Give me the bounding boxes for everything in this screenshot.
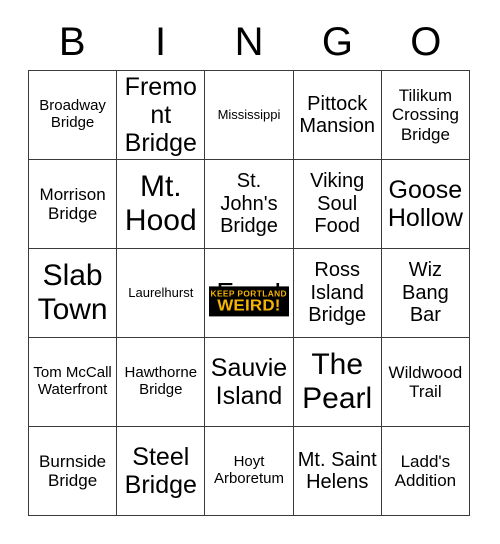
- bingo-cell-r2c4[interactable]: Viking Soul Food: [293, 160, 382, 249]
- bingo-header-row: B I N G O: [28, 14, 470, 70]
- bingo-cell-label: Burnside Bridge: [39, 451, 107, 490]
- bingo-cell-r4c2[interactable]: Hawthorne Bridge: [117, 338, 206, 427]
- bingo-cell-r3c1[interactable]: Slab Town: [29, 249, 118, 338]
- bingo-cell-label: Broadway Bridge: [39, 97, 106, 131]
- bingo-header-letter-o: O: [410, 20, 442, 64]
- bingo-cell-r4c5[interactable]: Wildwood Trail: [381, 338, 470, 427]
- bingo-cell-r2c2[interactable]: Mt. Hood: [117, 160, 206, 249]
- bingo-cell-r4c4[interactable]: The Pearl: [293, 338, 382, 427]
- bingo-header-letter-g: G: [321, 20, 353, 64]
- bingo-cell-r1c3[interactable]: Mississippi: [205, 71, 294, 160]
- bingo-cell-label: Wildwood Trail: [388, 362, 463, 401]
- bingo-cell-label: Slab Town: [37, 259, 108, 326]
- bingo-cell-label: Mississippi: [217, 106, 281, 122]
- keep-portland-weird-sticker-icon: KEEP PORTLAND WEIRD!: [208, 286, 289, 317]
- bingo-cell-r1c1[interactable]: Broadway Bridge: [29, 71, 118, 160]
- bingo-cell-free-space[interactable]: Free! KEEP PORTLAND WEIRD!: [205, 249, 294, 338]
- bingo-cell-label: Fremont Bridge: [124, 73, 197, 157]
- bingo-cell-label: St. John's Bridge: [220, 170, 278, 238]
- bingo-cell-label: Hawthorne Bridge: [124, 364, 198, 398]
- bingo-cell-label: Goose Hollow: [387, 176, 463, 232]
- bingo-cell-label: Laurelhurst: [128, 284, 194, 300]
- bingo-cell-r5c3[interactable]: Hoyt Arboretum: [205, 427, 294, 516]
- bingo-cell-label: Ladd's Addition: [394, 451, 457, 490]
- bingo-cell-label: Morrison Bridge: [39, 184, 106, 223]
- bingo-cell-label: Steel Bridge: [124, 443, 197, 499]
- bingo-cell-label: Pittock Mansion: [299, 92, 375, 137]
- bingo-cell-label: The Pearl: [302, 348, 373, 415]
- bingo-cell-label: Ross Island Bridge: [308, 259, 367, 327]
- bingo-cell-r3c4[interactable]: Ross Island Bridge: [293, 249, 382, 338]
- bingo-cell-r1c2[interactable]: Fremont Bridge: [117, 71, 206, 160]
- bingo-cell-label: Wiz Bang Bar: [402, 259, 449, 327]
- bingo-cell-r5c1[interactable]: Burnside Bridge: [29, 427, 118, 516]
- bingo-cell-r3c2[interactable]: Laurelhurst: [117, 249, 206, 338]
- bingo-cell-label: Mt. Saint Helens: [297, 448, 377, 493]
- bingo-cell-label: Viking Soul Food: [310, 170, 365, 238]
- bingo-cell-r1c5[interactable]: Tilikum Crossing Bridge: [381, 71, 470, 160]
- bingo-header-letter-b: B: [58, 20, 86, 64]
- bingo-cell-r2c1[interactable]: Morrison Bridge: [29, 160, 118, 249]
- bingo-cell-r1c4[interactable]: Pittock Mansion: [293, 71, 382, 160]
- bingo-cell-r5c2[interactable]: Steel Bridge: [117, 427, 206, 516]
- bingo-cell-r5c4[interactable]: Mt. Saint Helens: [293, 427, 382, 516]
- bingo-cell-r4c3[interactable]: Sauvie Island: [205, 338, 294, 427]
- bingo-grid: Broadway Bridge Fremont Bridge Mississip…: [28, 70, 470, 516]
- bingo-cell-r2c5[interactable]: Goose Hollow: [381, 160, 470, 249]
- bingo-cell-label: Hoyt Arboretum: [213, 453, 284, 487]
- sticker-line-two: WEIRD!: [217, 296, 281, 314]
- bingo-card: B I N G O Broadway Bridge Fremont Bridge…: [0, 0, 500, 544]
- bingo-cell-r4c1[interactable]: Tom McCall Waterfront: [29, 338, 118, 427]
- bingo-cell-r2c3[interactable]: St. John's Bridge: [205, 160, 294, 249]
- bingo-cell-label: Sauvie Island: [210, 354, 288, 410]
- bingo-cell-label: Mt. Hood: [124, 170, 197, 237]
- bingo-cell-label: Tom McCall Waterfront: [33, 364, 112, 398]
- bingo-header-letter-n: N: [234, 20, 264, 64]
- bingo-header-letter-i: I: [155, 20, 167, 64]
- bingo-cell-r3c5[interactable]: Wiz Bang Bar: [381, 249, 470, 338]
- bingo-cell-label: Tilikum Crossing Bridge: [391, 86, 459, 144]
- bingo-cell-r5c5[interactable]: Ladd's Addition: [381, 427, 470, 516]
